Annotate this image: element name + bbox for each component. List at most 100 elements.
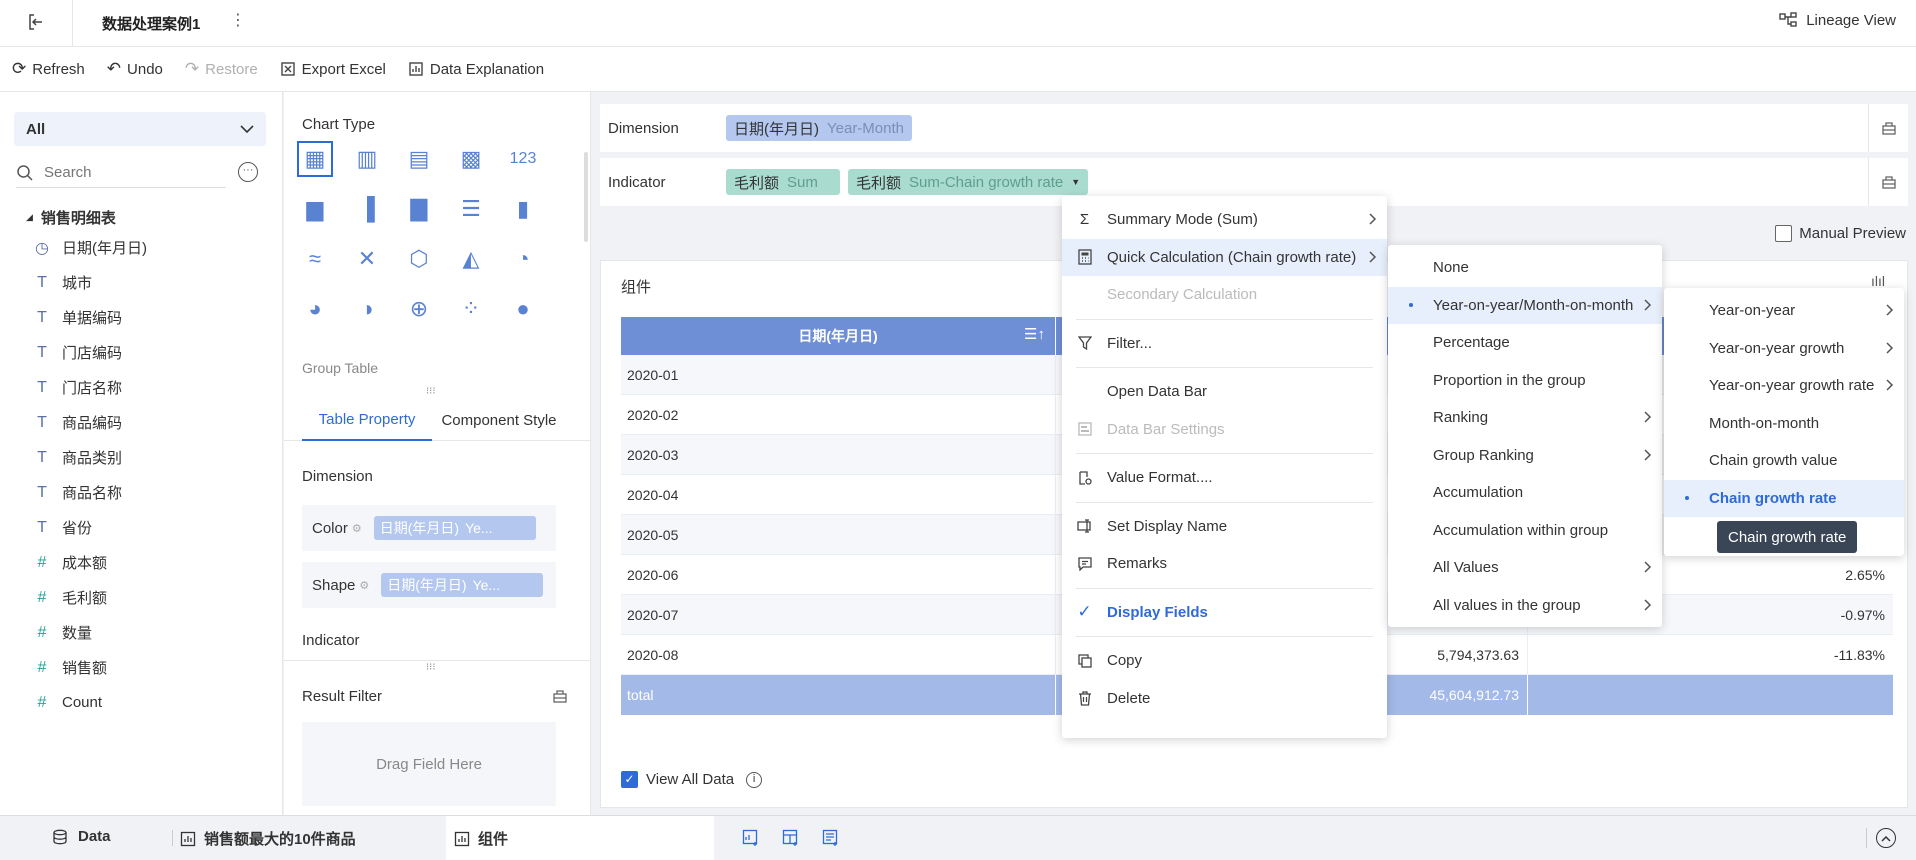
add-component-icon[interactable] (742, 829, 760, 847)
view-all-data-toggle[interactable]: ✓ View All Data i (621, 771, 763, 788)
menu-open-data-bar[interactable]: Open Data Bar (1062, 373, 1387, 411)
settings-icon[interactable]: ⚙ (352, 522, 362, 535)
submenu-item[interactable]: Percentage (1388, 324, 1662, 362)
submenu-item[interactable]: Proportion in the group (1388, 362, 1662, 400)
area-chart-icon[interactable]: ◭ (456, 244, 486, 274)
submenu-item[interactable]: Chain growth value (1664, 442, 1904, 480)
range-column-icon[interactable]: ▮ (508, 194, 538, 224)
radar-icon[interactable]: ⬡ (404, 244, 434, 274)
scatter-icon[interactable]: ⁘ (456, 294, 486, 324)
column-header-date[interactable]: 日期(年月日) ☰↑ (621, 317, 1056, 355)
table-icon[interactable]: ▦ (297, 141, 333, 177)
menu-value-format[interactable]: Value Format.... (1062, 459, 1387, 497)
submenu-item[interactable]: All values in the group (1388, 587, 1662, 625)
restore-button[interactable]: ↷ Restore (185, 59, 258, 79)
bar-chart-icon[interactable]: ☰ (456, 194, 486, 224)
resize-handle-icon[interactable]: ⁝⁝⁝ (426, 662, 436, 673)
menu-display-fields[interactable]: ✓ Display Fields (1062, 594, 1387, 632)
scrollbar[interactable] (584, 152, 588, 242)
field-item[interactable]: T 城市 (0, 265, 283, 300)
gauge-icon[interactable]: ◔ (508, 244, 538, 274)
field-item[interactable]: T 省份 (0, 510, 283, 545)
menu-copy[interactable]: Copy (1062, 642, 1387, 680)
submenu-item[interactable]: Ranking (1388, 399, 1662, 437)
table-node[interactable]: ◢ 销售明细表 (26, 207, 116, 228)
column-chart-icon[interactable]: ▇ (404, 194, 434, 224)
tab-component-style[interactable]: Component Style (434, 399, 564, 441)
detail-table-icon[interactable]: ▤ (404, 144, 434, 174)
indicator-pill-sum[interactable]: 毛利额 Sum (726, 169, 840, 195)
submenu-item[interactable]: Year-on-year/Month-on-month (1388, 286, 1662, 324)
shape-dimension-pill[interactable]: 日期(年月日) Ye... (381, 573, 544, 597)
tab-table-property[interactable]: Table Property (302, 399, 432, 441)
add-report-icon[interactable] (822, 829, 840, 847)
view-all-checkbox[interactable]: ✓ (621, 771, 638, 788)
submenu-item[interactable]: Accumulation within group (1388, 512, 1662, 550)
add-dashboard-icon[interactable] (782, 829, 800, 847)
menu-secondary-calculation[interactable]: Secondary Calculation (1062, 276, 1387, 314)
menu-summary-mode[interactable]: Σ Summary Mode (Sum) (1062, 201, 1387, 239)
shelf-settings-icon[interactable] (1868, 104, 1908, 152)
exit-icon[interactable] (26, 12, 46, 32)
data-tab[interactable]: Data (52, 828, 111, 845)
info-icon[interactable]: i (746, 771, 763, 788)
drag-drop-area[interactable]: Drag Field Here (302, 722, 556, 806)
submenu-item[interactable]: All Values (1388, 549, 1662, 587)
dimension-pill[interactable]: 日期(年月日) Year-Month (726, 115, 912, 141)
submenu-item[interactable]: Month-on-month (1664, 405, 1904, 443)
data-explanation-button[interactable]: Data Explanation (408, 61, 544, 78)
search-input[interactable] (44, 164, 214, 181)
field-item[interactable]: T 商品名称 (0, 475, 283, 510)
line-chart-icon[interactable]: ≈ (300, 244, 330, 274)
field-item[interactable]: T 门店编码 (0, 335, 283, 370)
color-dimension-pill[interactable]: 日期(年月日) Ye... (373, 516, 536, 540)
submenu-item[interactable]: Accumulation (1388, 474, 1662, 512)
expand-up-icon[interactable] (1876, 828, 1896, 848)
cross-table-icon[interactable]: ▥ (352, 144, 382, 174)
filter-settings-icon[interactable] (552, 688, 568, 704)
sheet-tab-component[interactable]: 组件 (446, 816, 714, 860)
manual-preview-toggle[interactable]: Manual Preview (1775, 225, 1906, 242)
undo-button[interactable]: ↶ Undo (107, 59, 163, 79)
export-excel-button[interactable]: Export Excel (280, 61, 386, 78)
menu-data-bar-settings[interactable]: Data Bar Settings (1062, 411, 1387, 449)
submenu-item[interactable]: Chain growth rate (1664, 479, 1904, 517)
settings-icon[interactable]: ⚙ (359, 579, 369, 592)
submenu-item[interactable]: Year-on-year growth rate (1664, 367, 1904, 405)
polyline-icon[interactable]: ✕ (352, 244, 382, 274)
menu-filter[interactable]: Filter... (1062, 325, 1387, 363)
more-options-icon[interactable]: ··· (238, 162, 258, 182)
field-item[interactable]: ◷ 日期(年月日) (0, 230, 283, 265)
field-item[interactable]: T 商品编码 (0, 405, 283, 440)
globe-icon[interactable]: ⊕ (404, 294, 434, 324)
number-icon[interactable]: 123 (508, 144, 538, 174)
field-item[interactable]: # 数量 (0, 615, 283, 650)
submenu-item[interactable]: None (1388, 249, 1662, 287)
field-item[interactable]: # 成本额 (0, 545, 283, 580)
dashboard-icon[interactable]: ▩ (456, 144, 486, 174)
indicator-pill-chain[interactable]: 毛利额 Sum-Chain growth rate ▼ (848, 169, 1089, 195)
shelf-settings-icon[interactable] (1868, 158, 1908, 206)
dataset-selector[interactable]: All (14, 112, 266, 146)
submenu-item[interactable]: Year-on-year (1664, 292, 1904, 330)
lineage-view-button[interactable]: Lineage View (1778, 11, 1896, 29)
stacked-column-icon[interactable]: ▆ (300, 194, 330, 224)
menu-set-display-name[interactable]: Set Display Name (1062, 508, 1387, 546)
field-item[interactable]: T 单据编码 (0, 300, 283, 335)
menu-delete[interactable]: Delete (1062, 680, 1387, 718)
manual-preview-checkbox[interactable] (1775, 225, 1793, 242)
menu-quick-calculation[interactable]: Quick Calculation (Chain growth rate) (1062, 238, 1387, 276)
field-item[interactable]: T 门店名称 (0, 370, 283, 405)
refresh-button[interactable]: ⟳ Refresh (12, 59, 85, 79)
field-item[interactable]: # 销售额 (0, 650, 283, 685)
field-item[interactable]: # Count (0, 685, 283, 720)
sheet-tab-top10[interactable]: 销售额最大的10件商品 (180, 828, 356, 849)
chart-settings-icon[interactable]: ılıl (1871, 273, 1885, 289)
resize-handle-icon[interactable]: ⁝⁝⁝ (426, 386, 436, 397)
bubble-icon[interactable]: ● (508, 294, 538, 324)
field-item[interactable]: # 毛利额 (0, 580, 283, 615)
sort-icon[interactable]: ☰↑ (1024, 325, 1045, 343)
rose-chart-icon[interactable]: ◑ (352, 294, 382, 324)
pie-chart-icon[interactable]: ◕ (300, 294, 330, 324)
grouped-column-icon[interactable]: ▐ (352, 194, 382, 224)
